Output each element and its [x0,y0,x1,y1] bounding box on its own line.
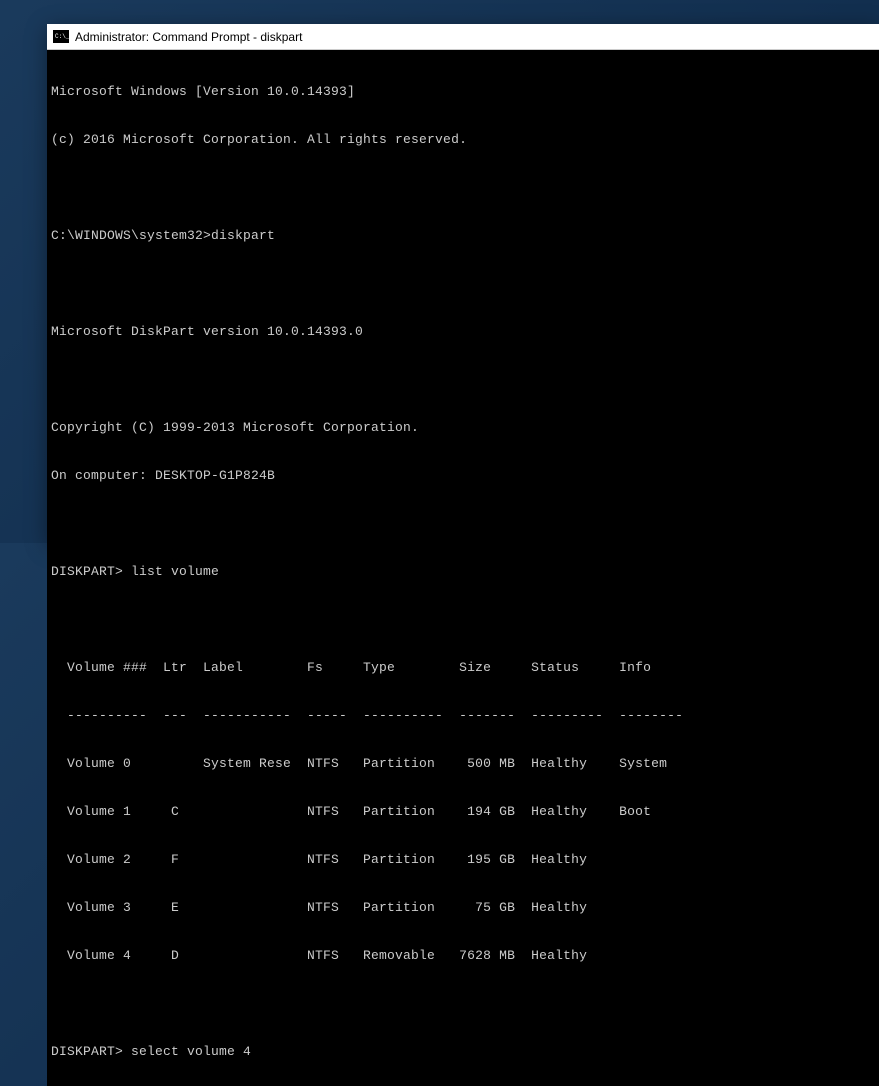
cmd-icon [53,30,69,43]
terminal-line [51,372,875,388]
terminal-line: Microsoft DiskPart version 10.0.14393.0 [51,324,875,340]
terminal-line: Volume 3 E NTFS Partition 75 GB Healthy [51,900,875,916]
terminal-line [51,612,875,628]
terminal-line: Microsoft Windows [Version 10.0.14393] [51,84,875,100]
terminal-line [51,516,875,532]
terminal-line: Volume 1 C NTFS Partition 194 GB Healthy… [51,804,875,820]
window-title: Administrator: Command Prompt - diskpart [75,30,302,44]
terminal-line: ---------- --- ----------- ----- -------… [51,708,875,724]
terminal-line: Volume 4 D NTFS Removable 7628 MB Health… [51,948,875,964]
terminal-line: Volume 0 System Rese NTFS Partition 500 … [51,756,875,772]
terminal-output[interactable]: Microsoft Windows [Version 10.0.14393] (… [47,50,879,1086]
terminal-line: C:\WINDOWS\system32>diskpart [51,228,875,244]
terminal-line: DISKPART> list volume [51,564,875,580]
terminal-line [51,276,875,292]
terminal-line: Volume 2 F NTFS Partition 195 GB Healthy [51,852,875,868]
terminal-line: (c) 2016 Microsoft Corporation. All righ… [51,132,875,148]
terminal-line [51,180,875,196]
terminal-line [51,996,875,1012]
terminal-line: DISKPART> select volume 4 [51,1044,875,1060]
terminal-line: Copyright (C) 1999-2013 Microsoft Corpor… [51,420,875,436]
command-prompt-window: Administrator: Command Prompt - diskpart… [47,24,879,543]
terminal-line: On computer: DESKTOP-G1P824B [51,468,875,484]
terminal-line: Volume ### Ltr Label Fs Type Size Status… [51,660,875,676]
titlebar[interactable]: Administrator: Command Prompt - diskpart [47,24,879,50]
